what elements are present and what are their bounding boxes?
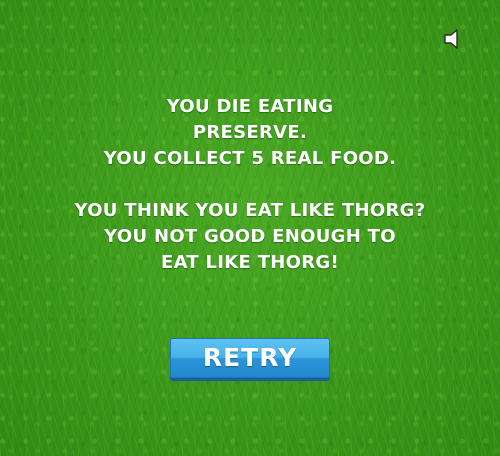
game-over-message: YOU DIE EATING PRESERVE. YOU COLLECT 5 R… [0,94,500,276]
message-line: YOU DIE EATING [166,96,334,117]
game-screen: YOU DIE EATING PRESERVE. YOU COLLECT 5 R… [0,0,500,456]
message-line: EAT LIKE THORG! [160,252,340,273]
speaker-icon [444,29,458,49]
message-spacer [0,172,500,198]
sound-toggle-button[interactable] [444,28,464,50]
message-line: YOU NOT GOOD ENOUGH TO [104,226,396,247]
message-line: YOU COLLECT 5 REAL FOOD. [103,148,397,169]
message-line: PRESERVE. [192,122,308,143]
message-line: YOU THINK YOU EAT LIKE THORG? [74,200,426,221]
retry-button[interactable]: RETRY [170,338,330,378]
